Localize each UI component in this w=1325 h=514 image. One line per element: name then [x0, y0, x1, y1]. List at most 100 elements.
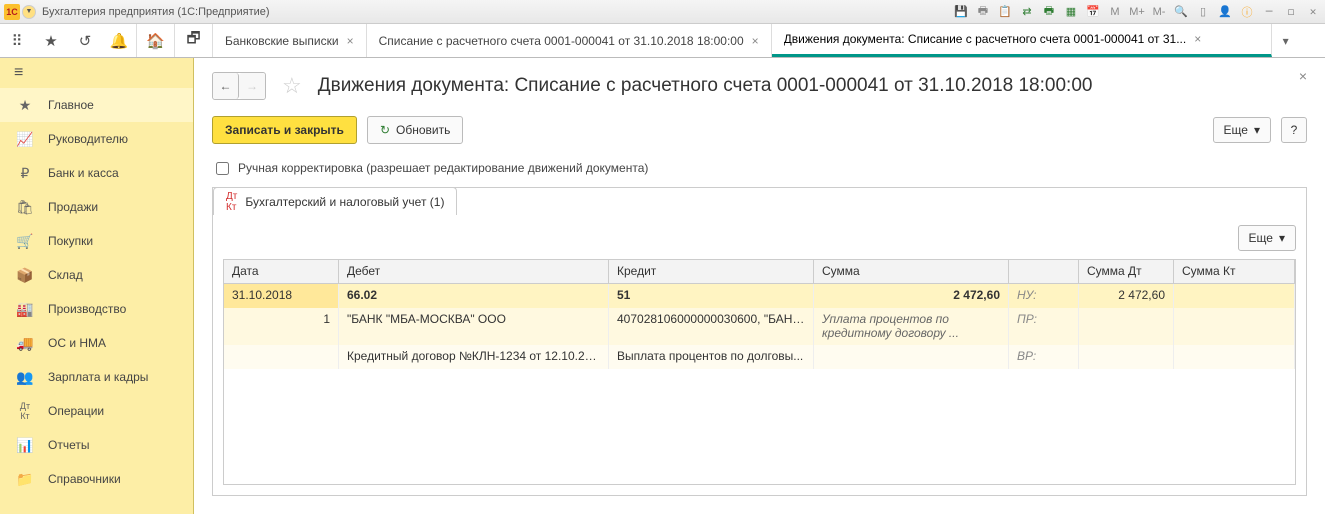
main-tabstrip: ⠿ ★ ↺ 🔔 🏠 🗗 Банковские выписки × Списани… — [0, 24, 1325, 58]
page-title: Движения документа: Списание с расчетног… — [318, 75, 1093, 97]
cell-debit: "БАНК "МБА-МОСКВА" ООО — [339, 308, 609, 345]
button-label: Еще — [1249, 231, 1273, 245]
factory-icon: 🏭 — [16, 301, 34, 318]
tab-label: Движения документа: Списание с расчетног… — [784, 32, 1187, 46]
truck-icon: 🚚 — [16, 335, 34, 352]
copy-icon[interactable]: 📋 — [997, 4, 1013, 20]
sidebar-item-manager[interactable]: 📈Руководителю — [0, 122, 193, 156]
help-button[interactable]: ? — [1281, 117, 1307, 143]
close-icon[interactable]: × — [1194, 32, 1201, 46]
cell-debit: 66.02 — [339, 284, 609, 308]
tab-accounting[interactable]: ДтКт Бухгалтерский и налоговый учет (1) — [213, 187, 457, 215]
cell-sumdt: 2 472,60 — [1079, 284, 1174, 308]
tab-writeoff[interactable]: Списание с расчетного счета 0001-000041 … — [367, 24, 772, 57]
nav-tools: ⠿ ★ ↺ 🔔 — [0, 24, 137, 57]
app-logo-icon: 1C — [4, 4, 20, 20]
sidebar-item-production[interactable]: 🏭Производство — [0, 292, 193, 326]
forward-button[interactable]: → — [239, 73, 265, 99]
user-icon[interactable]: 👤 — [1217, 4, 1233, 20]
sidebar-item-salary[interactable]: 👥Зарплата и кадры — [0, 360, 193, 394]
grid-row[interactable]: 1 "БАНК "МБА-МОСКВА" ООО 407028106000000… — [224, 308, 1295, 345]
tabs-more-icon[interactable]: ▾ — [1272, 24, 1300, 57]
print-icon[interactable]: 🖶 — [975, 4, 991, 20]
cell-kind: НУ: — [1009, 284, 1079, 308]
apps-icon[interactable]: ⠿ — [0, 24, 34, 58]
titlebar: 1C ▼ Бухгалтерия предприятия (1С:Предпри… — [0, 0, 1325, 24]
ruble-icon: ₽ — [16, 165, 34, 182]
titlebar-icons: 💾 🖶 📋 ⇄ 🖶 ▦ 📅 M M+ M- 🔍 ▯ 👤 ⓘ ─ ◻ ✕ — [953, 4, 1321, 20]
cell-sum: 2 472,60 — [814, 284, 1009, 308]
cell-sumkt — [1174, 345, 1295, 369]
menu-icon[interactable]: ≡ — [0, 58, 193, 88]
panels-icon[interactable]: ▯ — [1195, 4, 1211, 20]
sidebar-item-reports[interactable]: 📊Отчеты — [0, 428, 193, 462]
col-kind — [1009, 260, 1079, 283]
sidebar-item-sales[interactable]: 🛍Продажи — [0, 190, 193, 224]
cell-credit: 51 — [609, 284, 814, 308]
mem-m[interactable]: M — [1107, 4, 1123, 20]
tab-bank-statements[interactable]: Банковские выписки × — [213, 24, 367, 57]
col-sum[interactable]: Сумма — [814, 260, 1009, 283]
maximize-icon[interactable]: ◻ — [1283, 4, 1299, 20]
tab-windows-icon[interactable]: 🗗 — [175, 24, 213, 57]
star-icon[interactable]: ☆ — [282, 73, 302, 99]
zoom-icon[interactable]: 🔍 — [1173, 4, 1189, 20]
sidebar-item-stock[interactable]: 📦Склад — [0, 258, 193, 292]
col-date[interactable]: Дата — [224, 260, 339, 283]
more-button[interactable]: Еще ▾ — [1213, 117, 1271, 143]
grid-more-button[interactable]: Еще▾ — [1238, 225, 1296, 251]
col-debit[interactable]: Дебет — [339, 260, 609, 283]
back-button[interactable]: ← — [213, 73, 239, 99]
notify-icon[interactable]: 🔔 — [102, 24, 136, 58]
history-icon[interactable]: ↺ — [68, 24, 102, 58]
sidebar-item-bank[interactable]: ₽Банк и касса — [0, 156, 193, 190]
app-title: Бухгалтерия предприятия (1С:Предприятие) — [42, 6, 270, 18]
close-icon[interactable]: ✕ — [1305, 4, 1321, 20]
tab-label: Бухгалтерский и налоговый учет (1) — [245, 195, 444, 209]
close-icon[interactable]: × — [752, 34, 759, 48]
col-sumdt[interactable]: Сумма Дт — [1079, 260, 1174, 283]
mem-mm[interactable]: M- — [1151, 4, 1167, 20]
save-icon[interactable]: 💾 — [953, 4, 969, 20]
calc-icon[interactable]: ▦ — [1063, 4, 1079, 20]
page-close-icon[interactable]: × — [1299, 68, 1307, 84]
chevron-down-icon: ▾ — [1254, 123, 1260, 137]
sidebar-item-main[interactable]: ★Главное — [0, 88, 193, 122]
info-icon[interactable]: ⓘ — [1239, 4, 1255, 20]
refresh-button[interactable]: ↻Обновить — [367, 116, 463, 144]
mem-mp[interactable]: M+ — [1129, 4, 1145, 20]
close-icon[interactable]: × — [347, 34, 354, 48]
sidebar-item-label: Продажи — [48, 200, 98, 214]
cell-empty — [224, 345, 339, 369]
cell-credit: Выплата процентов по долговы... — [609, 345, 814, 369]
tab-movements[interactable]: Движения документа: Списание с расчетног… — [772, 24, 1272, 57]
toolbar: Записать и закрыть ↻Обновить Еще ▾ ? — [212, 116, 1307, 144]
dropdown-icon[interactable]: ▼ — [22, 5, 36, 19]
col-credit[interactable]: Кредит — [609, 260, 814, 283]
tab-home[interactable]: 🏠 — [137, 24, 175, 57]
sidebar-item-label: Отчеты — [48, 438, 89, 452]
print2-icon[interactable]: 🖶 — [1041, 4, 1057, 20]
grid-row[interactable]: 31.10.2018 66.02 51 2 472,60 НУ: 2 472,6… — [224, 284, 1295, 308]
button-label: Обновить — [396, 123, 450, 137]
calendar-icon[interactable]: 📅 — [1085, 4, 1101, 20]
sidebar-item-label: Операции — [48, 404, 104, 418]
sidebar-item-label: Главное — [48, 98, 94, 112]
grid-row[interactable]: Кредитный договор №КЛН-1234 от 12.10.20.… — [224, 345, 1295, 369]
sidebar-item-assets[interactable]: 🚚ОС и НМА — [0, 326, 193, 360]
favorite-icon[interactable]: ★ — [34, 24, 68, 58]
manual-edit-checkbox[interactable] — [216, 162, 229, 175]
minimize-icon[interactable]: ─ — [1261, 4, 1277, 20]
compare-icon[interactable]: ⇄ — [1019, 4, 1035, 20]
col-sumkt[interactable]: Сумма Кт — [1174, 260, 1295, 283]
save-close-button[interactable]: Записать и закрыть — [212, 116, 357, 144]
tab-label: Списание с расчетного счета 0001-000041 … — [379, 34, 744, 48]
button-label: Еще — [1224, 123, 1248, 137]
cell-sumkt — [1174, 308, 1295, 345]
sidebar-item-purchases[interactable]: 🛒Покупки — [0, 224, 193, 258]
cell-kind: ВР: — [1009, 345, 1079, 369]
inner-tabcontrol: ДтКт Бухгалтерский и налоговый учет (1) … — [212, 187, 1307, 496]
sidebar-item-operations[interactable]: ДтКтОперации — [0, 394, 193, 428]
sidebar-item-refs[interactable]: 📁Справочники — [0, 462, 193, 496]
cell-sumkt — [1174, 284, 1295, 308]
